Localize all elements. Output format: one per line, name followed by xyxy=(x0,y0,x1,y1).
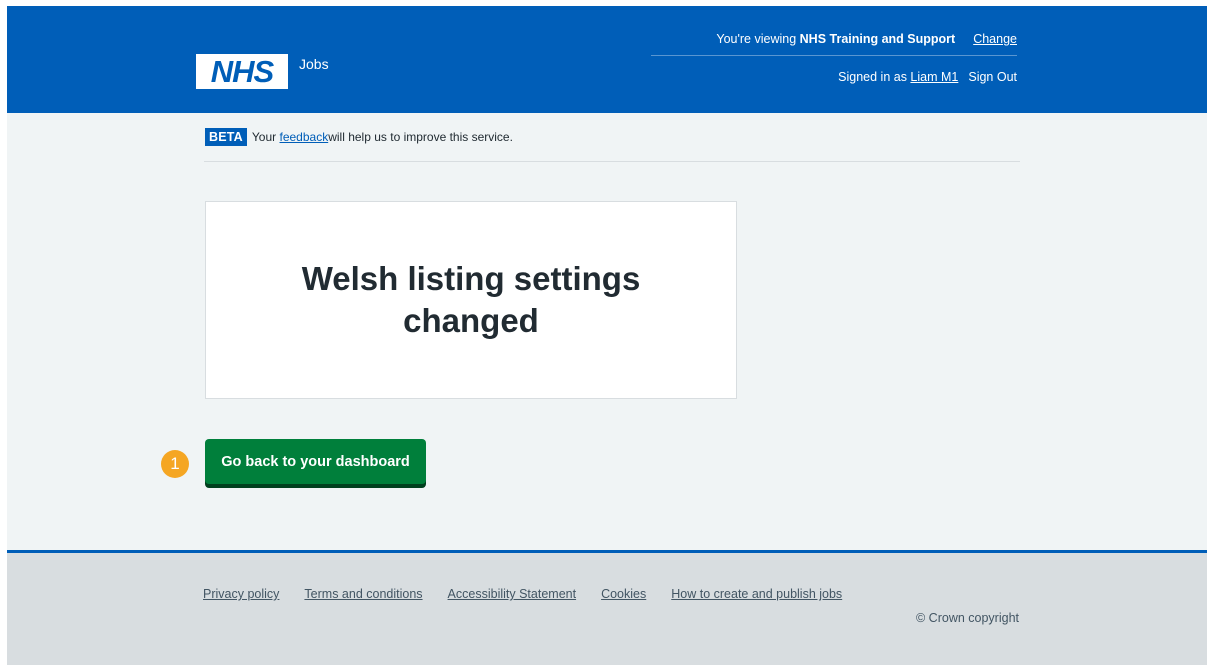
feedback-link[interactable]: feedback xyxy=(280,130,329,144)
signed-in-prefix: Signed in as xyxy=(838,70,911,84)
user-name-link[interactable]: Liam M1 xyxy=(910,70,958,84)
viewing-organisation: You're viewing NHS Training and Support C… xyxy=(716,32,1017,46)
viewing-prefix: You're viewing xyxy=(716,32,800,46)
step-callout-badge: 1 xyxy=(161,450,189,478)
footer-links: Privacy policy Terms and conditions Acce… xyxy=(203,587,842,601)
nhs-logo[interactable]: NHS xyxy=(196,54,288,89)
sign-out-link[interactable]: Sign Out xyxy=(968,70,1017,84)
copyright-text: © Crown copyright xyxy=(916,611,1019,625)
site-header: NHS Jobs You're viewing NHS Training and… xyxy=(7,6,1207,113)
beta-banner: BETA Your feedback will help us to impro… xyxy=(205,128,513,146)
how-to-create-jobs-link[interactable]: How to create and publish jobs xyxy=(671,587,842,601)
beta-tag: BETA xyxy=(205,128,247,146)
accessibility-statement-link[interactable]: Accessibility Statement xyxy=(448,587,577,601)
beta-text-after: will help us to improve this service. xyxy=(328,130,513,144)
confirmation-title: Welsh listing settings changed xyxy=(301,260,641,339)
page-frame: NHS Jobs You're viewing NHS Training and… xyxy=(7,6,1207,665)
beta-text-before: Your xyxy=(251,130,277,144)
cookies-link[interactable]: Cookies xyxy=(601,587,646,601)
beta-divider xyxy=(204,161,1020,162)
privacy-policy-link[interactable]: Privacy policy xyxy=(203,587,279,601)
go-back-to-dashboard-button[interactable]: Go back to your dashboard xyxy=(205,439,426,484)
site-footer: Privacy policy Terms and conditions Acce… xyxy=(7,550,1207,665)
change-organisation-link[interactable]: Change xyxy=(973,32,1017,46)
signed-in-info: Signed in as Liam M1 Sign Out xyxy=(838,70,1017,84)
terms-and-conditions-link[interactable]: Terms and conditions xyxy=(304,587,422,601)
header-divider xyxy=(651,55,1017,56)
service-name: Jobs xyxy=(299,56,329,72)
confirmation-panel: Welsh listing settings changed xyxy=(205,201,737,399)
organisation-name: NHS Training and Support xyxy=(799,32,956,46)
